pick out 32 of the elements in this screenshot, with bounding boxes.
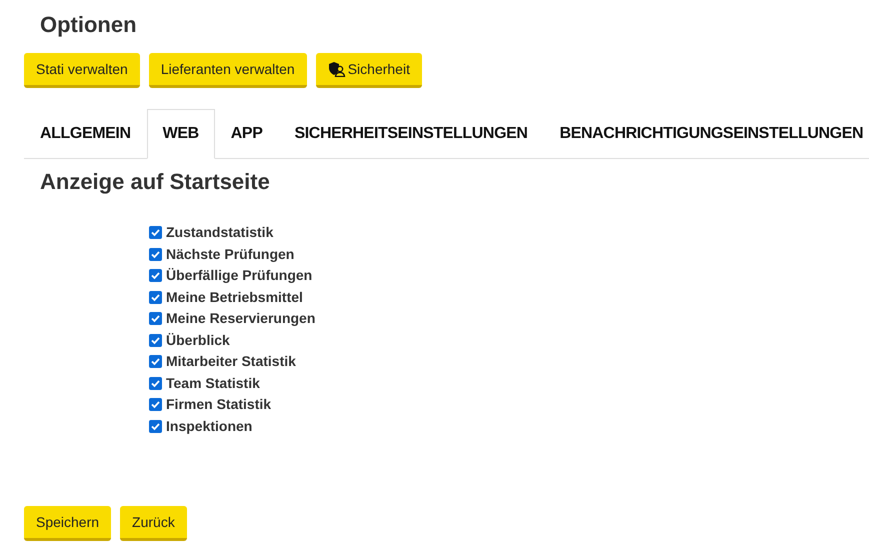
tab[interactable]: ALLGEMEIN bbox=[24, 109, 147, 159]
checkbox-label: Meine Betriebsmittel bbox=[166, 288, 303, 307]
checkbox-label: Meine Reservierungen bbox=[166, 309, 316, 328]
checkbox-label: Team Statistik bbox=[166, 374, 260, 393]
checkbox[interactable] bbox=[149, 226, 162, 240]
checkbox[interactable] bbox=[149, 355, 162, 368]
checkbox-label: Inspektionen bbox=[166, 416, 252, 436]
checkbox[interactable] bbox=[149, 290, 162, 304]
page-title: Optionen bbox=[40, 11, 137, 39]
form-button[interactable]: Zurück bbox=[120, 506, 187, 541]
checkbox-label: Überfällige Prüfungen bbox=[166, 266, 312, 286]
tab[interactable]: BENACHRICHTIGUNGSEINSTELLUNGEN bbox=[544, 109, 869, 159]
tab[interactable]: WEB bbox=[146, 109, 215, 159]
toolbar-button[interactable]: Lieferanten verwalten bbox=[148, 53, 307, 88]
checkbox[interactable] bbox=[149, 312, 162, 326]
checkbox-label: Zustandstatistik bbox=[166, 223, 274, 242]
tab[interactable]: SICHERHEITSEINSTELLUNGEN bbox=[278, 109, 544, 159]
checkbox[interactable] bbox=[149, 334, 162, 347]
checkbox[interactable] bbox=[149, 269, 162, 282]
checkbox-label: Firmen Statistik bbox=[166, 395, 272, 414]
checkbox[interactable] bbox=[149, 398, 162, 412]
section-title: Anzeige auf Startseite bbox=[40, 168, 270, 196]
tab[interactable]: APP bbox=[214, 109, 278, 159]
checkbox-label: Nächste Prüfungen bbox=[166, 244, 294, 264]
checkbox[interactable] bbox=[149, 420, 162, 433]
form-button[interactable]: Speichern bbox=[24, 506, 112, 541]
checkbox-label: Mitarbeiter Statistik bbox=[166, 352, 296, 372]
toolbar-button[interactable]: Sicherheit bbox=[316, 53, 422, 88]
toolbar-button[interactable]: Stati verwalten bbox=[24, 53, 140, 88]
checkbox[interactable] bbox=[149, 248, 162, 261]
checkbox[interactable] bbox=[149, 376, 162, 390]
checkbox-label: Überblick bbox=[166, 330, 230, 350]
